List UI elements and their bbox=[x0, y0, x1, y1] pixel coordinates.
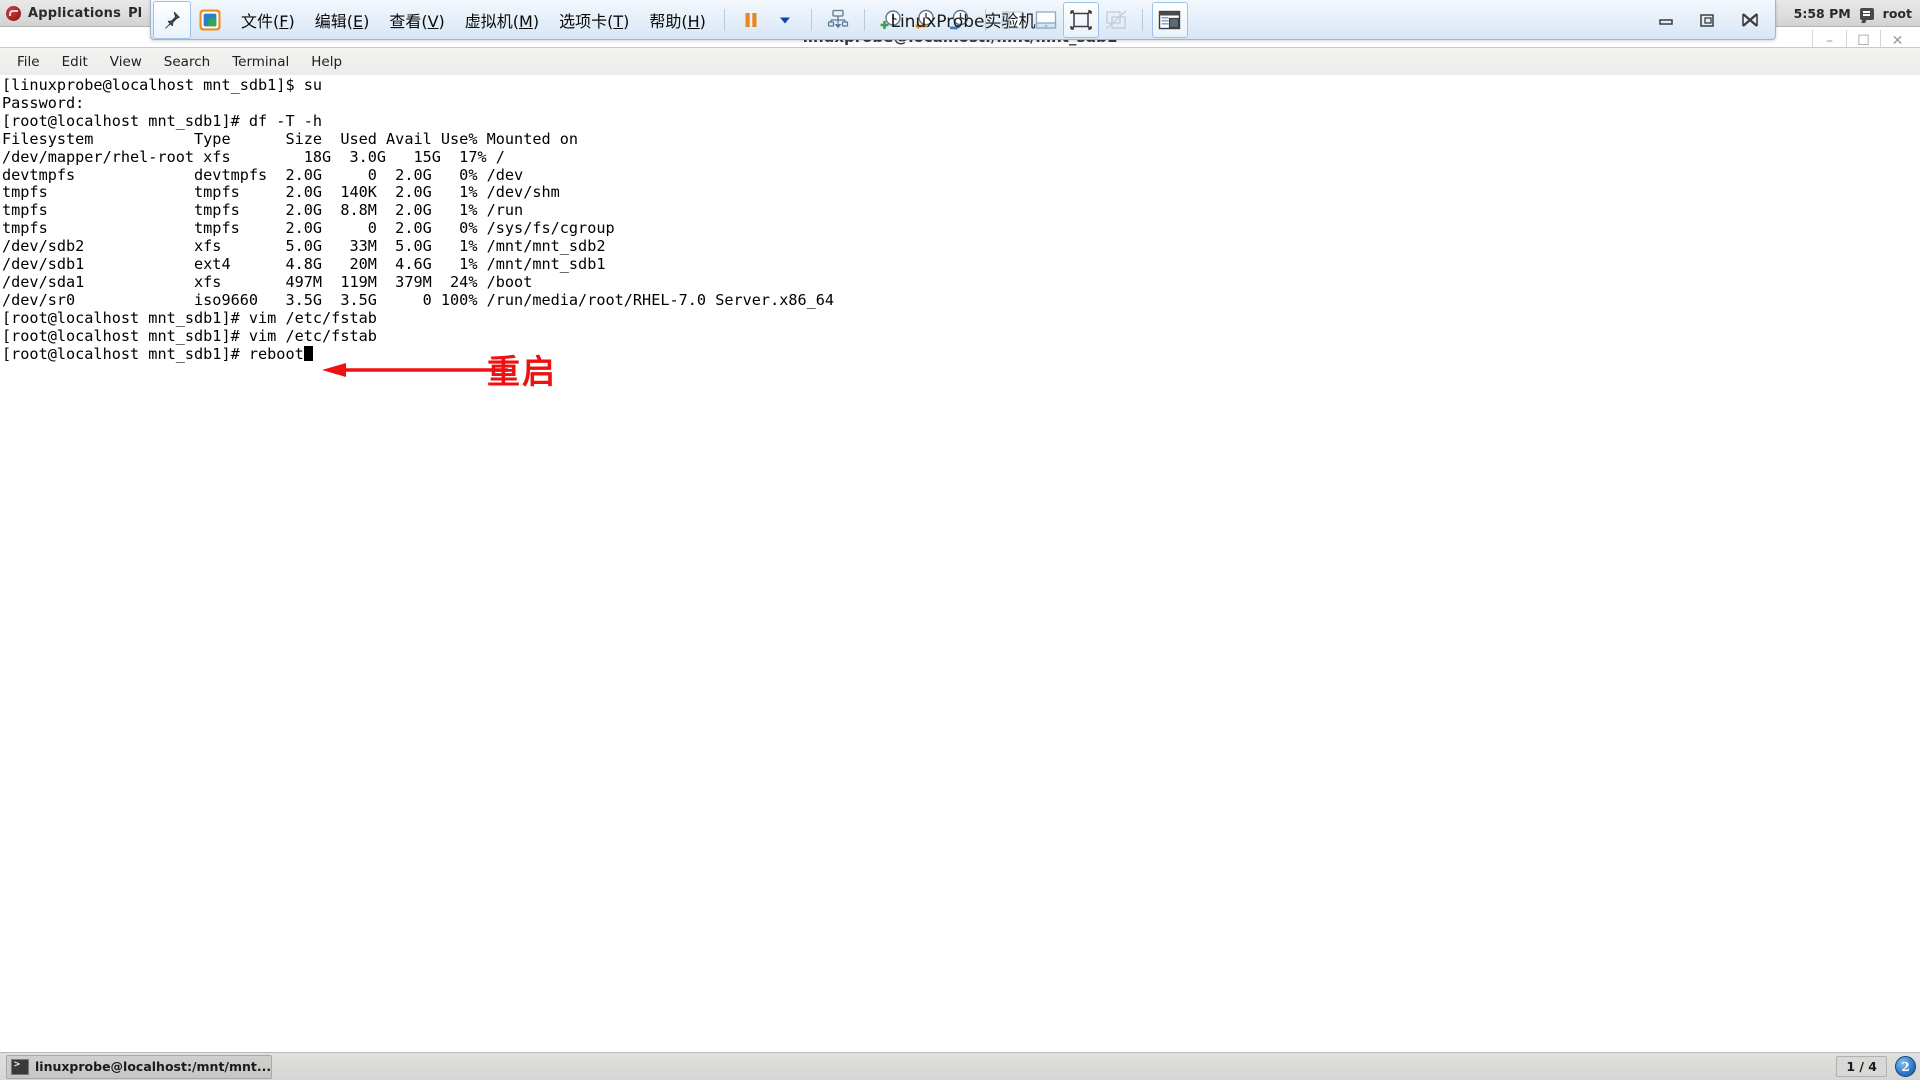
snapshot-revert-icon[interactable] bbox=[908, 3, 942, 37]
terminal-scrollback: [linuxprobe@localhost mnt_sdb1]$ su Pass… bbox=[2, 76, 835, 345]
terminal-menu-file[interactable]: File bbox=[6, 50, 51, 74]
vmware-window-controls bbox=[1647, 0, 1769, 40]
menu-help[interactable]: 帮助(H) bbox=[640, 5, 715, 35]
applications-label: Applications bbox=[28, 5, 122, 21]
terminal-window: File Edit View Search Terminal Help [lin… bbox=[0, 47, 1920, 1041]
pin-icon[interactable] bbox=[153, 0, 191, 39]
toolbar-separator-4 bbox=[984, 8, 986, 31]
show-library-icon[interactable] bbox=[995, 3, 1029, 37]
gnome-panel-right: 5:58 PM root bbox=[1794, 0, 1920, 27]
power-dropdown-icon[interactable] bbox=[768, 3, 802, 37]
send-ctrl-alt-del-icon[interactable] bbox=[821, 3, 855, 37]
gnome-panel-left: Applications Pl bbox=[0, 5, 142, 21]
taskbar-window-button[interactable]: linuxprobe@localhost:/mnt/mnt... bbox=[6, 1054, 272, 1079]
terminal-mini-icon bbox=[11, 1058, 29, 1075]
user-name[interactable]: root bbox=[1883, 6, 1912, 21]
terminal-menu-edit[interactable]: Edit bbox=[51, 50, 99, 74]
unity-mode-icon[interactable] bbox=[1099, 3, 1133, 37]
workspace-indicator[interactable]: 1 / 4 bbox=[1836, 1056, 1887, 1077]
console-view-icon[interactable] bbox=[1151, 1, 1188, 38]
toolbar-separator-1 bbox=[723, 8, 725, 31]
bottom-taskbar: linuxprobe@localhost:/mnt/mnt... 1 / 4 2 bbox=[0, 1052, 1920, 1080]
tray-badge-icon[interactable]: 2 bbox=[1895, 1056, 1916, 1077]
annotation-arrow-icon bbox=[322, 363, 508, 377]
menu-tabs[interactable]: 选项卡(T) bbox=[550, 5, 638, 35]
terminal-text: [linuxprobe@localhost mnt_sdb1]$ su Pass… bbox=[0, 75, 1920, 364]
menu-vm[interactable]: 虚拟机(M) bbox=[456, 5, 548, 35]
taskbar-right: 1 / 4 2 bbox=[1836, 1056, 1916, 1077]
screen: Applications Pl 5:58 PM root linuxprobe@… bbox=[0, 0, 1920, 1080]
suspend-icon[interactable] bbox=[734, 3, 768, 37]
vmware-app-icon bbox=[197, 7, 223, 33]
clock[interactable]: 5:58 PM bbox=[1794, 6, 1851, 21]
menu-edit[interactable]: 编辑(E) bbox=[306, 5, 379, 35]
vmware-restore-icon[interactable] bbox=[1689, 5, 1727, 35]
terminal-menu-help[interactable]: Help bbox=[300, 50, 353, 74]
toolbar-separator-5 bbox=[1141, 8, 1143, 31]
toolbar-separator-3 bbox=[863, 8, 865, 31]
vmware-minimize-icon[interactable] bbox=[1647, 5, 1685, 35]
vmware-toolbar: 文件(F) 编辑(E) 查看(V) 虚拟机(M) 选项卡(T) 帮助(H) Li… bbox=[150, 0, 1776, 40]
vmware-close-icon[interactable] bbox=[1731, 5, 1769, 35]
menu-file[interactable]: 文件(F) bbox=[232, 5, 304, 35]
terminal-output-area[interactable]: [linuxprobe@localhost mnt_sdb1]$ su Pass… bbox=[0, 75, 1920, 1041]
snapshot-manager-icon[interactable] bbox=[942, 3, 976, 37]
show-thumbnail-bar-icon[interactable] bbox=[1029, 3, 1063, 37]
user-status-icon[interactable] bbox=[1859, 7, 1874, 20]
toolbar-separator-2 bbox=[810, 8, 812, 31]
places-menu[interactable]: Pl bbox=[128, 6, 142, 21]
fedora-logo-icon bbox=[6, 5, 21, 21]
terminal-menu-search[interactable]: Search bbox=[153, 50, 221, 74]
annotation-label: 重启 bbox=[487, 352, 557, 391]
full-screen-icon[interactable] bbox=[1062, 1, 1099, 38]
terminal-cursor bbox=[303, 345, 313, 361]
menu-view[interactable]: 查看(V) bbox=[380, 5, 453, 35]
terminal-prompt-line: [root@localhost mnt_sdb1]# reboot bbox=[2, 344, 304, 363]
applications-menu[interactable]: Applications bbox=[6, 5, 122, 21]
taskbar-window-label: linuxprobe@localhost:/mnt/mnt... bbox=[35, 1059, 272, 1074]
snapshot-take-icon[interactable] bbox=[874, 3, 908, 37]
terminal-menubar: File Edit View Search Terminal Help bbox=[0, 48, 1920, 76]
terminal-menu-terminal[interactable]: Terminal bbox=[221, 50, 300, 74]
terminal-menu-view[interactable]: View bbox=[99, 50, 153, 74]
vmware-menubar: 文件(F) 编辑(E) 查看(V) 虚拟机(M) 选项卡(T) 帮助(H) bbox=[232, 5, 715, 35]
